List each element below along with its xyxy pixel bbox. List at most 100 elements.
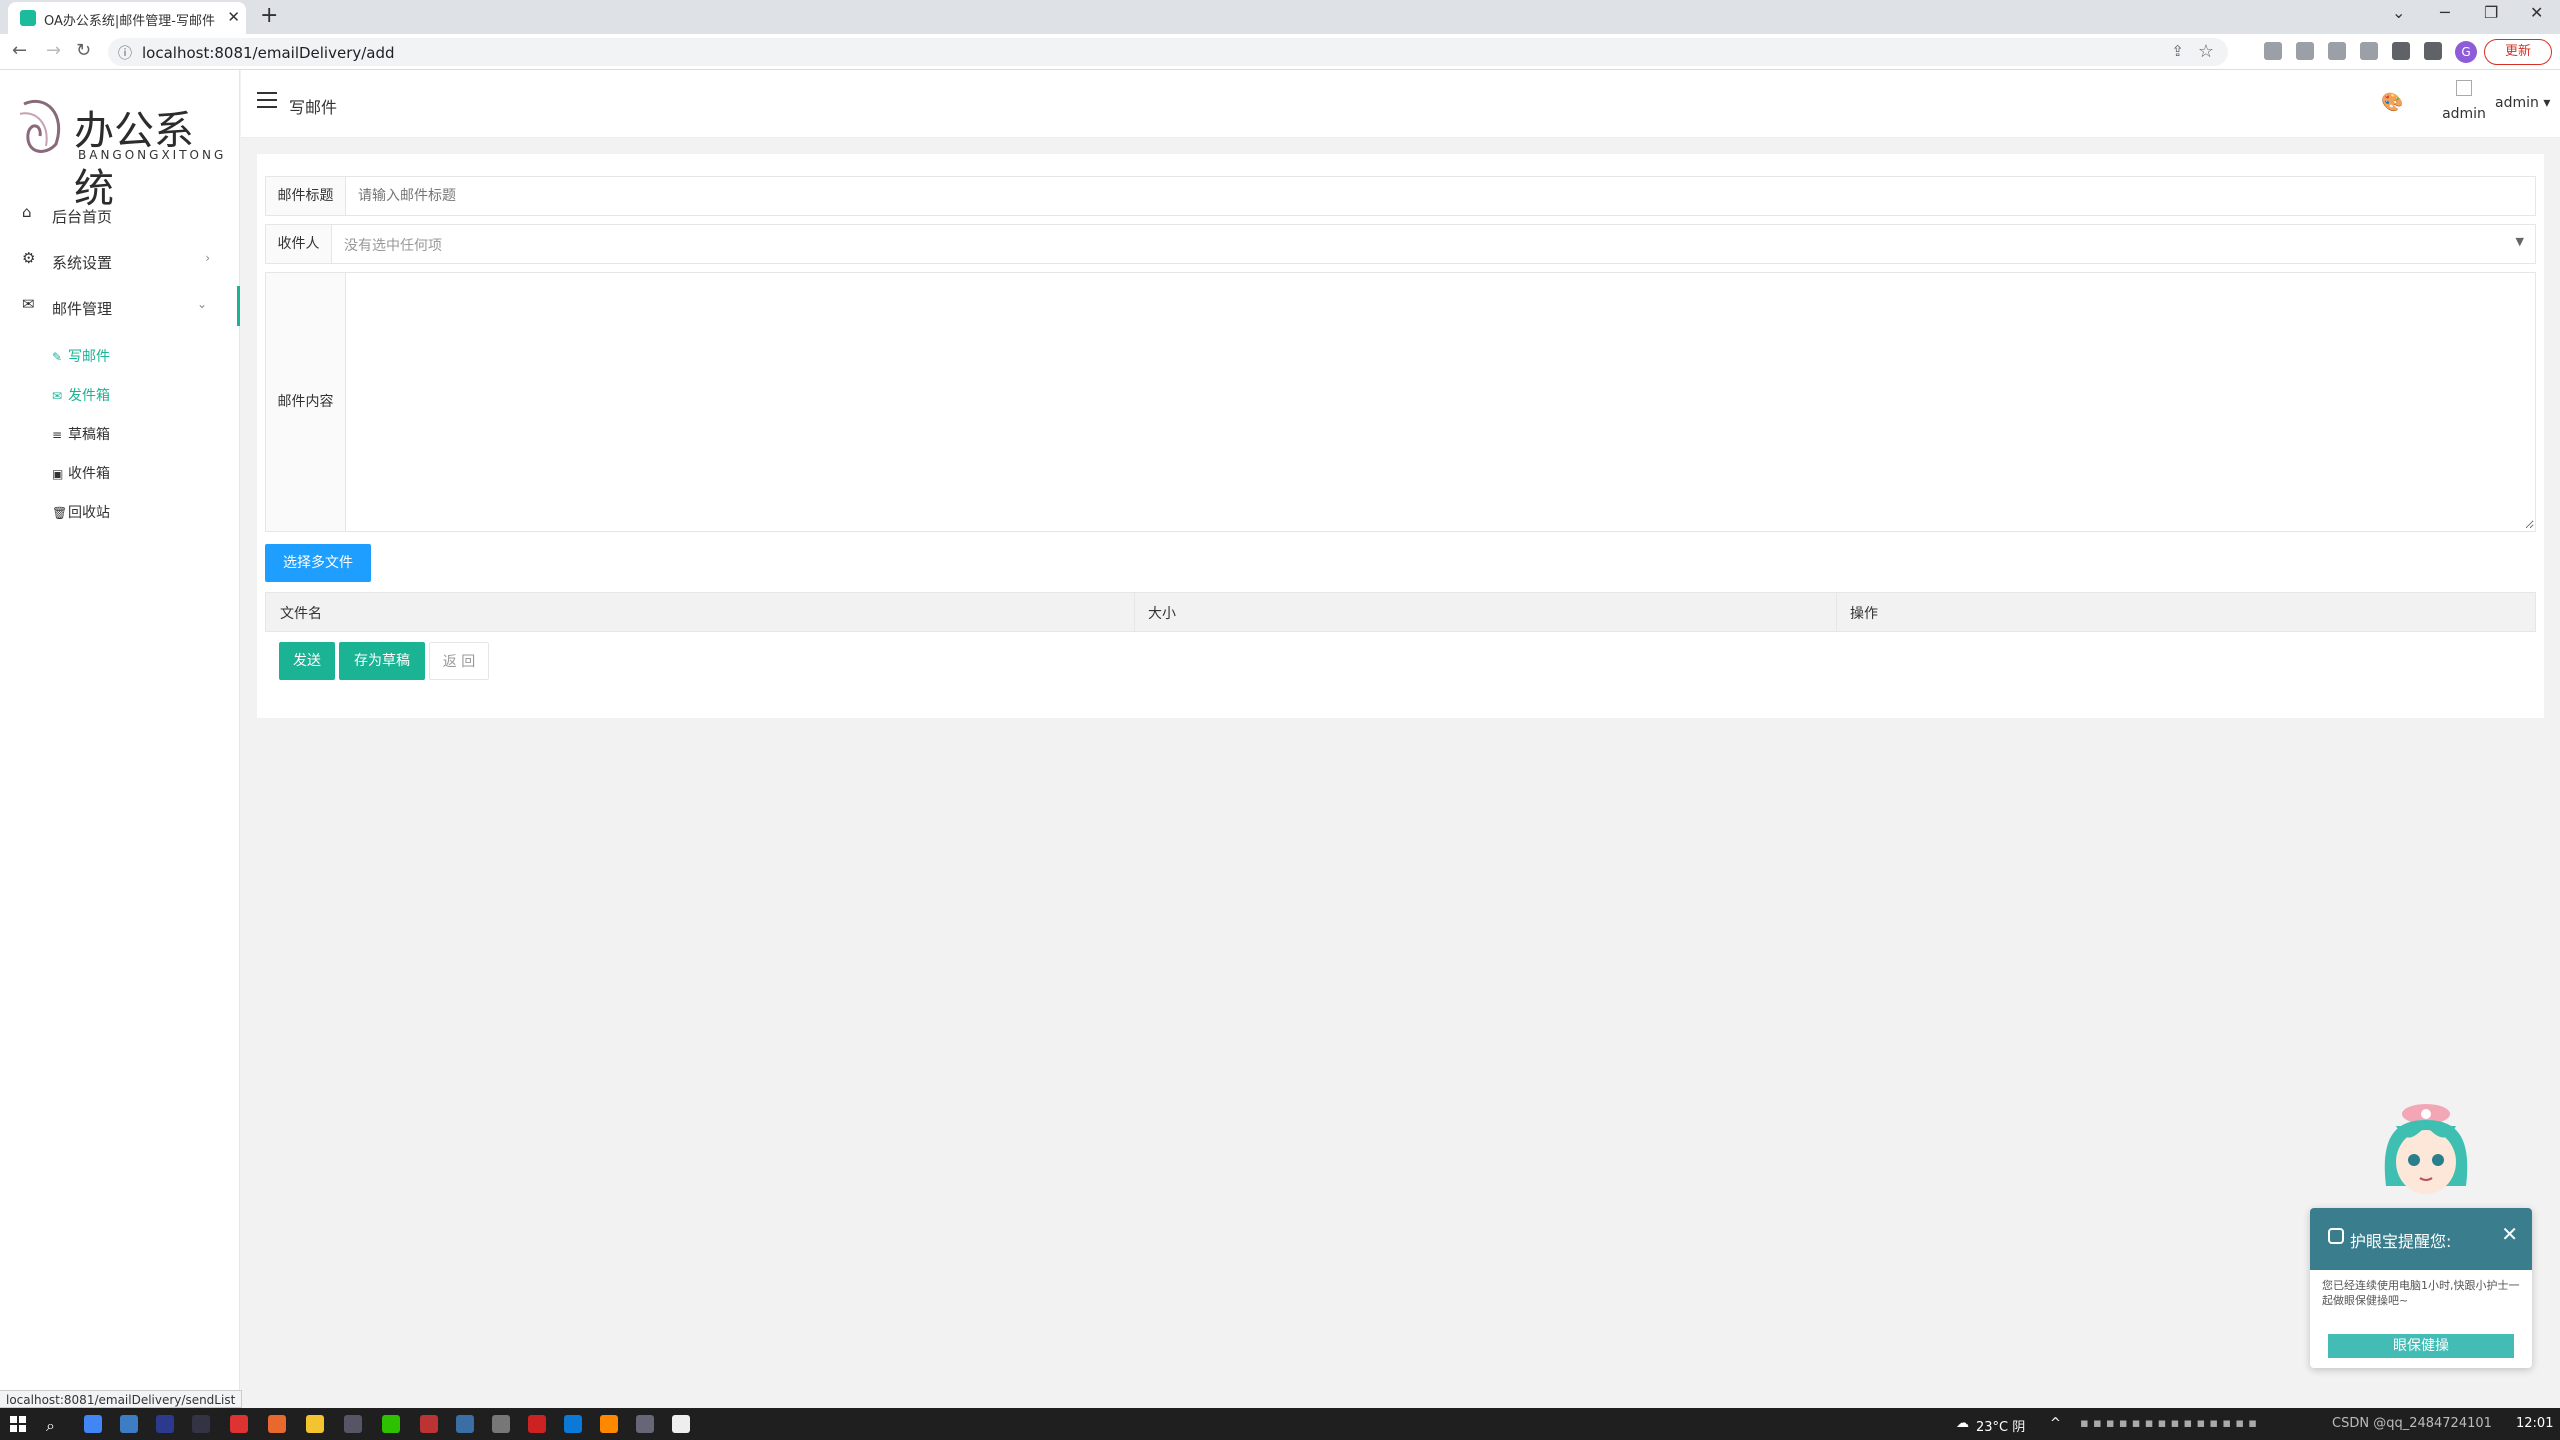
envelope-icon: ✉ [22,295,35,313]
share-icon[interactable]: ⇪ [2171,42,2184,60]
word-extension-icon[interactable] [2328,42,2346,60]
save-draft-button[interactable]: 存为草稿 [339,642,425,680]
minimize-icon[interactable]: ─ [2440,3,2450,22]
menu-toggle-icon[interactable] [257,92,277,108]
wechat-taskbar-icon[interactable] [382,1415,400,1433]
tab-search-icon[interactable]: ⌄ [2392,3,2405,22]
page-title: 写邮件 [289,98,338,117]
sidebar: 办公系统 BANGONGXITONG ⌂ 后台首页 ⚙ 系统设置 › ✉ 邮件管… [0,70,240,1408]
browser-tab-strip: OA办公系统|邮件管理-写邮件 ✕ + ⌄ ─ ❐ ✕ [0,0,2560,34]
sidebar-sub-label: 回收站 [68,505,110,521]
screenshot-icon[interactable] [2296,42,2314,60]
sidebar-sub-drafts[interactable]: ≡ 草稿箱 [52,424,110,454]
chrome-taskbar-icon[interactable] [84,1415,102,1433]
close-window-icon[interactable]: ✕ [2530,3,2543,22]
logo-subtitle: BANGONGXITONG [78,148,227,162]
gear-icon: ⚙ [22,249,36,267]
weather-icon: ☁ [1956,1416,1969,1431]
app-taskbar-icon[interactable] [672,1415,690,1433]
tray-icons[interactable]: ▪ ▪ ▪ ▪ ▪ ▪ ▪ ▪ ▪ ▪ ▪ ▪ ▪ ▪ [2080,1416,2257,1431]
clock-text[interactable]: 12:01 [2516,1416,2553,1431]
caret-down-icon: ▾ [2543,95,2551,111]
popup-message: 您已经连续使用电脑1小时,快跟小护士一起做眼保健操吧~ [2322,1279,2520,1307]
close-tab-icon[interactable]: ✕ [227,8,240,26]
tab-title: OA办公系统|邮件管理-写邮件 [44,14,215,29]
app-taskbar-icon[interactable] [344,1415,362,1433]
recipient-select[interactable]: 没有选中任何项 ▼ [344,235,2524,255]
avatar[interactable]: admin [2431,80,2497,130]
ide-taskbar-icon[interactable] [156,1415,174,1433]
inbox-icon: ▣ [52,467,64,481]
update-button[interactable]: 更新 [2484,39,2552,65]
restore-icon[interactable]: ❐ [2484,3,2498,22]
subject-row: 邮件标题 [265,176,2536,216]
compose-card: 邮件标题 收件人 没有选中任何项 ▼ 邮件内容 选择多文件 文件名 大小 操作 … [257,154,2544,718]
browser-tab[interactable]: OA办公系统|邮件管理-写邮件 ✕ [8,2,246,34]
app-taskbar-icon[interactable] [230,1415,248,1433]
bookmark-star-icon[interactable]: ☆ [2198,41,2214,62]
app-taskbar-icon[interactable] [600,1415,618,1433]
folder-taskbar-icon[interactable] [306,1415,324,1433]
content-textarea[interactable] [348,273,2534,529]
sidebar-sub-compose[interactable]: ✎ 写邮件 [52,346,110,376]
forward-icon[interactable]: → [46,40,61,61]
recipient-row: 收件人 没有选中任何项 ▼ [265,224,2536,264]
user-menu[interactable]: admin ▾ [2495,95,2550,111]
column-actions: 操作 [1850,606,1878,622]
app-taskbar-icon[interactable] [420,1415,438,1433]
eye-care-popup: 护眼宝提醒您: ✕ 您已经连续使用电脑1小时,快跟小护士一起做眼保健操吧~ 眼保… [2310,1208,2532,1368]
eye-exercise-button[interactable]: 眼保健操 [2328,1334,2514,1358]
chevron-down-icon: ▼ [2515,235,2524,248]
tray-chevron-icon[interactable]: ^ [2050,1416,2061,1431]
sidebar-sub-inbox[interactable]: ▣ 收件箱 [52,463,110,493]
sidebar-item-mail[interactable]: ✉ 邮件管理 ⌄ [0,286,240,326]
watermark-text: CSDN @qq_2484724101 [2332,1416,2492,1431]
eye-care-widget: 护眼宝提醒您: ✕ 您已经连续使用电脑1小时,快跟小护士一起做眼保健操吧~ 眼保… [2306,1096,2546,1370]
side-panel-icon[interactable] [2424,42,2442,60]
sidebar-item-label: 后台首页 [52,208,113,226]
back-icon[interactable]: ← [12,40,27,61]
cast-icon[interactable] [2264,42,2282,60]
nurse-mascot-icon [2384,1104,2468,1194]
app-taskbar-icon[interactable] [192,1415,210,1433]
weather-text[interactable]: 23°C 阴 [1976,1416,2025,1435]
puzzle-extensions-icon[interactable] [2392,42,2410,60]
search-icon[interactable]: ⌕ [46,1416,55,1436]
recipient-label: 收件人 [266,225,332,263]
profile-avatar[interactable]: G [2455,41,2477,63]
address-bar[interactable]: ⓘ localhost:8081/emailDelivery/add ⇪ ☆ [108,38,2228,66]
logo-wings-icon [19,99,61,153]
send-button[interactable]: 发送 [279,642,335,680]
edge-taskbar-icon[interactable] [564,1415,582,1433]
image-extension-icon[interactable] [2360,42,2378,60]
site-info-icon[interactable]: ⓘ [118,43,132,63]
sidebar-item-settings[interactable]: ⚙ 系统设置 › [0,240,240,280]
trash-icon: 🗑 [52,506,68,520]
subject-input[interactable] [358,185,2518,207]
app-taskbar-icon[interactable] [120,1415,138,1433]
new-tab-button[interactable]: + [260,3,278,28]
drafts-icon: ≡ [52,428,63,442]
sidebar-item-home[interactable]: ⌂ 后台首页 [0,194,240,234]
chevron-down-icon: ⌄ [196,297,207,311]
sidebar-item-label: 系统设置 [52,254,113,272]
select-files-button[interactable]: 选择多文件 [265,544,371,582]
sidebar-sub-outbox[interactable]: ✉ 发件箱 [52,385,110,415]
back-button[interactable]: 返 回 [429,642,489,680]
sidebar-sub-trash[interactable]: 🗑回收站 [52,502,110,532]
windows-start-icon[interactable] [10,1416,26,1432]
palette-icon[interactable]: 🎨 [2381,92,2403,113]
app-badge-icon [2328,1228,2344,1244]
close-icon[interactable]: ✕ [2501,1222,2518,1246]
content-row: 邮件内容 [265,272,2536,532]
app-taskbar-icon[interactable] [528,1415,546,1433]
column-divider [1836,593,1837,631]
column-size: 大小 [1148,606,1176,622]
app-taskbar-icon[interactable] [456,1415,474,1433]
reload-icon[interactable]: ↻ [76,40,91,61]
attachments-table-header: 文件名 大小 操作 [265,592,2536,632]
app-taskbar-icon[interactable] [636,1415,654,1433]
app-taskbar-icon[interactable] [268,1415,286,1433]
app-taskbar-icon[interactable] [492,1415,510,1433]
taskbar: ⌕ ☁ 23°C 阴 ^ ▪ ▪ ▪ ▪ ▪ ▪ ▪ ▪ ▪ ▪ ▪ ▪ ▪ ▪… [0,1408,2560,1440]
